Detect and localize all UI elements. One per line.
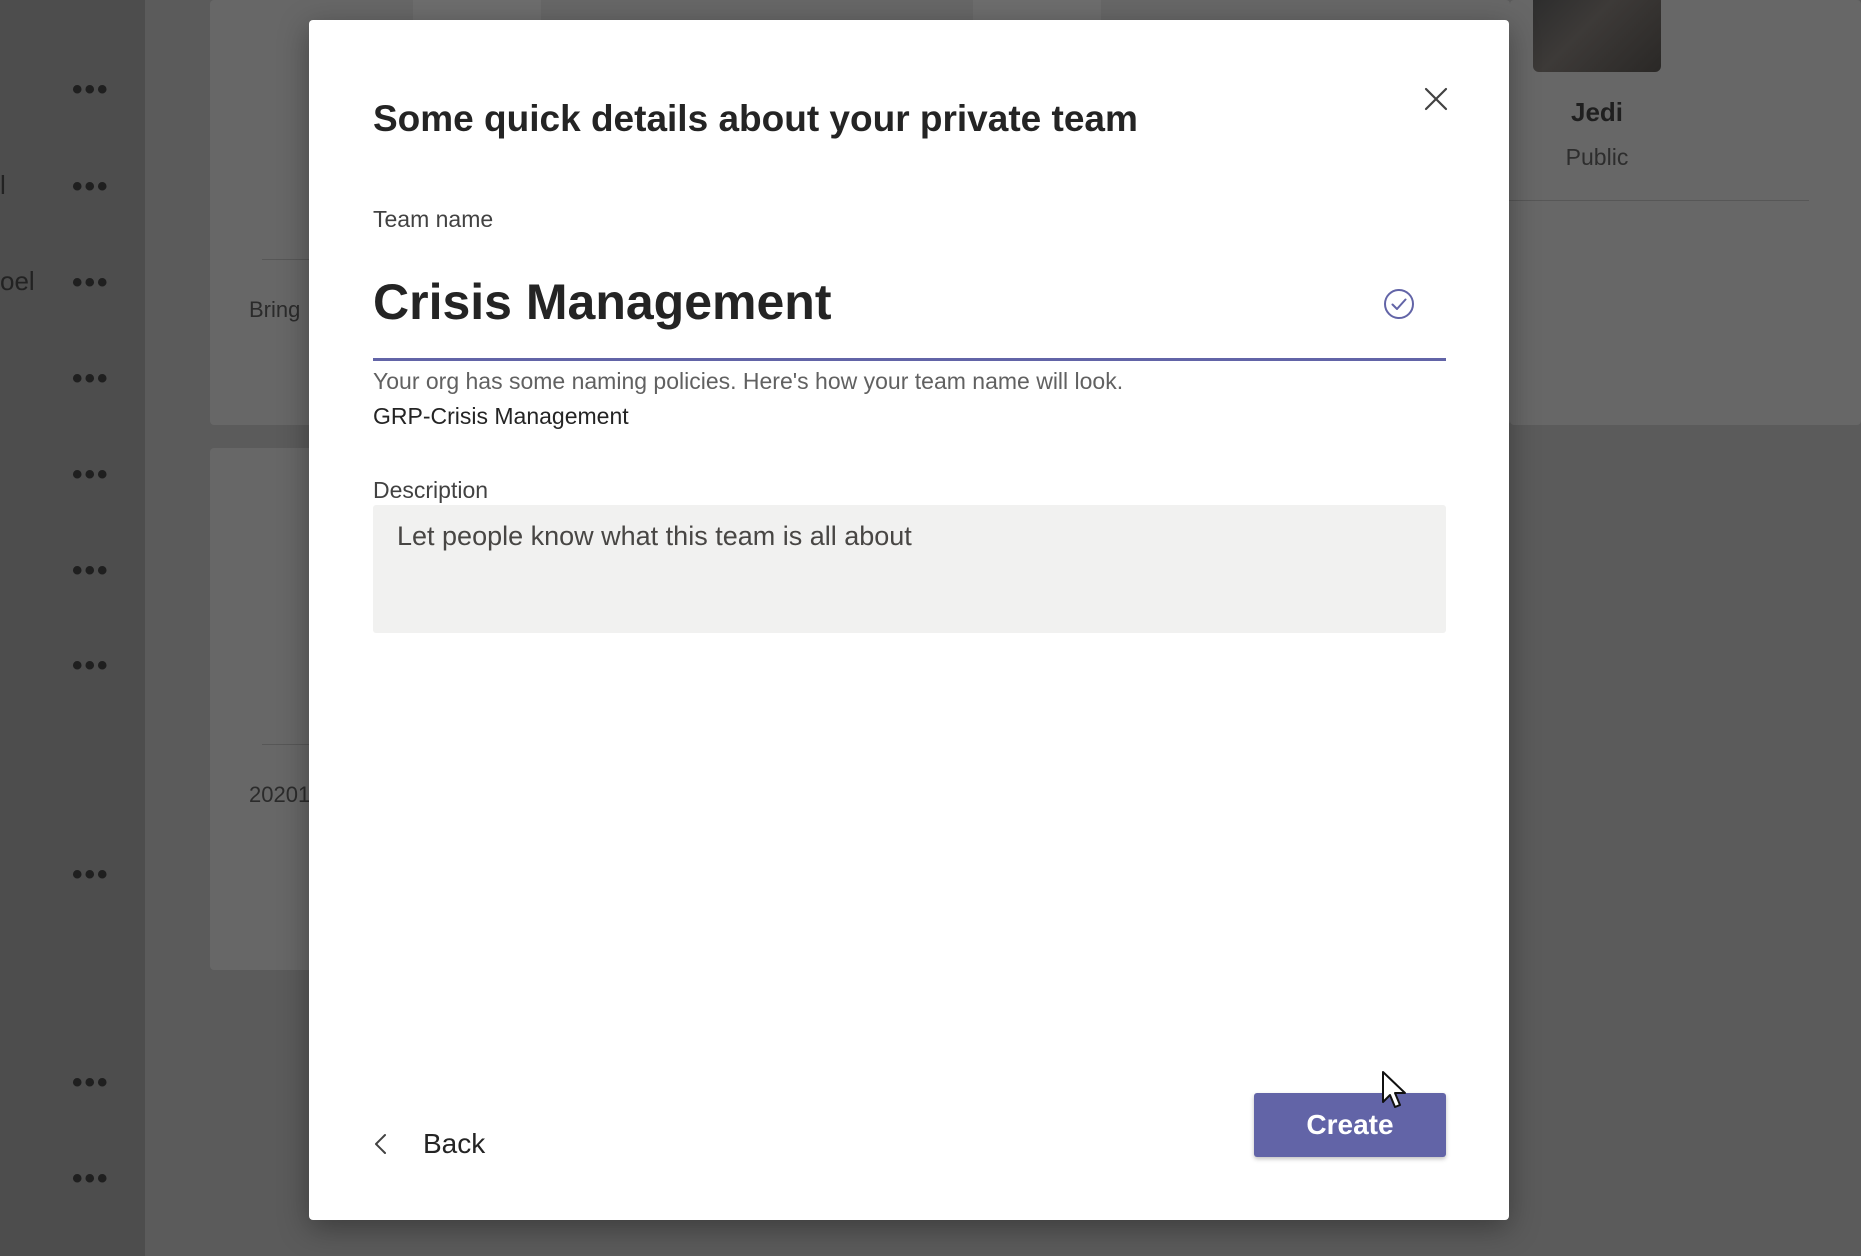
more-options-icon[interactable]: ••• [72, 75, 108, 105]
back-button[interactable]: Back [373, 1120, 485, 1168]
naming-policy-preview: GRP-Crisis Management [373, 403, 629, 429]
more-options-icon[interactable]: ••• [72, 364, 108, 394]
background-divider [1509, 200, 1809, 201]
more-options-icon[interactable]: ••• [72, 268, 108, 298]
background-team-image [413, 0, 541, 20]
team-name-input[interactable] [373, 264, 1333, 340]
background-divider [262, 259, 309, 260]
dialog-title: Some quick details about your private te… [373, 98, 1138, 139]
more-options-icon[interactable]: ••• [72, 1068, 108, 1098]
close-icon [1424, 87, 1448, 111]
team-image-jedi[interactable] [1533, 0, 1661, 72]
team-name-field [373, 240, 1446, 361]
chevron-left-icon [375, 1134, 386, 1154]
team-name-label: Team name [373, 206, 494, 232]
background-channel-label: l [0, 170, 6, 200]
description-input[interactable] [373, 505, 1446, 633]
back-button-label: Back [423, 1128, 486, 1159]
naming-policy-note: Your org has some naming policies. Here'… [373, 368, 1124, 394]
more-options-icon[interactable]: ••• [72, 172, 108, 202]
background-card-text: Bring [249, 297, 301, 322]
create-button[interactable]: Create [1254, 1093, 1446, 1157]
background-divider [262, 744, 309, 745]
team-type-jedi: Public [1565, 144, 1629, 170]
more-options-icon[interactable]: ••• [72, 651, 108, 681]
background-card-text: 20201 [249, 782, 311, 807]
check-circle-icon [1384, 289, 1414, 319]
close-button[interactable] [1414, 77, 1458, 121]
more-options-icon[interactable]: ••• [72, 1164, 108, 1194]
background-channel-label: oel [0, 266, 35, 296]
description-label: Description [373, 477, 489, 503]
description-field [373, 505, 1446, 633]
more-options-icon[interactable]: ••• [72, 460, 108, 490]
create-team-dialog: Some quick details about your private te… [309, 20, 1509, 1220]
more-options-icon[interactable]: ••• [72, 556, 108, 586]
more-options-icon[interactable]: ••• [72, 860, 108, 890]
background-team-image [973, 0, 1101, 20]
team-name-jedi[interactable]: Jedi [1533, 97, 1661, 128]
